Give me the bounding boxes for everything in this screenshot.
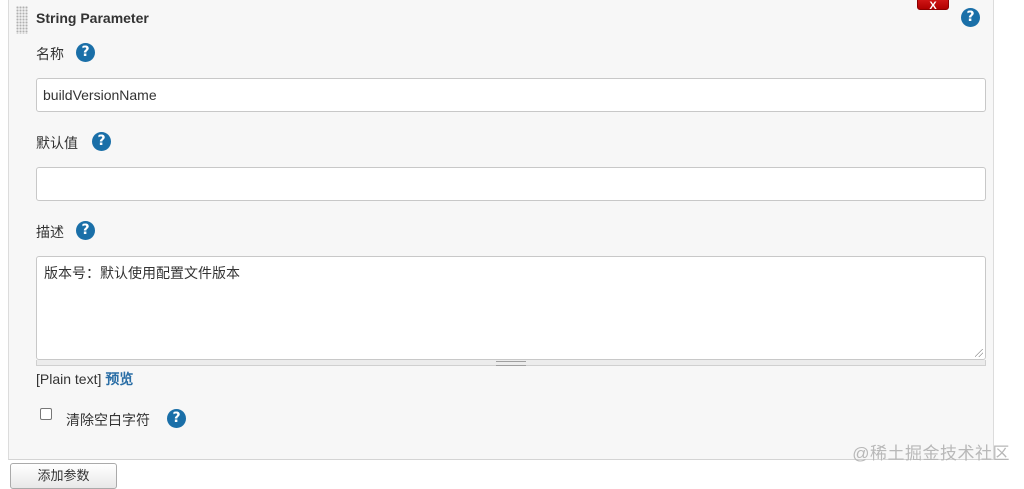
description-help-icon[interactable]: ? [76, 221, 95, 240]
format-line: [Plain text] 预览 [36, 369, 133, 389]
preview-link[interactable]: 预览 [105, 371, 133, 387]
parameter-title: String Parameter [36, 10, 149, 26]
trim-help-icon[interactable]: ? [167, 409, 186, 428]
resize-corner-icon[interactable] [975, 349, 983, 357]
grip-icon [496, 361, 526, 366]
default-value-input[interactable] [36, 167, 986, 201]
name-help-icon[interactable]: ? [76, 43, 95, 62]
name-label: 名称 [36, 46, 64, 62]
delete-parameter-button[interactable]: X [917, 0, 949, 12]
watermark: @稀土掘金技术社区 [852, 444, 1010, 463]
description-text: 版本号：默认使用配置文件版本 [44, 265, 240, 281]
parameter-help-icon[interactable]: ? [961, 8, 980, 27]
name-input[interactable]: buildVersionName [36, 78, 986, 112]
drag-handle-icon[interactable] [16, 6, 28, 34]
description-label: 描述 [36, 224, 64, 240]
add-parameter-button[interactable]: 添加参数 [10, 463, 117, 489]
trim-label: 清除空白字符 [66, 412, 150, 428]
textarea-resize-bar[interactable] [36, 360, 986, 366]
format-label: [Plain text] [36, 371, 102, 387]
default-value-help-icon[interactable]: ? [92, 132, 111, 151]
description-textarea[interactable]: 版本号：默认使用配置文件版本 [36, 256, 986, 360]
default-value-label: 默认值 [36, 135, 78, 151]
parameter-panel [8, 0, 994, 460]
trim-checkbox[interactable] [40, 408, 52, 420]
